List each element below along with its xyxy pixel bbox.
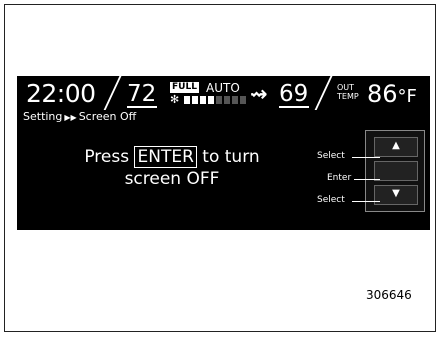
fan-level-bar: [208, 96, 214, 104]
outside-temp-value: 86: [367, 80, 398, 108]
instruction-message: Press ENTER to turn screen OFF: [47, 146, 297, 190]
fan-level-bar: [224, 96, 230, 104]
fan-level-bars: [184, 96, 246, 104]
instruction-line-2: screen OFF: [124, 169, 220, 189]
select-down-leader: [352, 201, 380, 202]
chevron-up-icon: ▲: [392, 140, 400, 151]
fan-level-bar: [240, 96, 246, 104]
breadcrumb-separator-icon: ▶▶: [64, 113, 77, 122]
passenger-temp: 69: [279, 81, 309, 107]
fan-level-bar: [232, 96, 238, 104]
separator-left: [103, 76, 123, 110]
outside-temp-label-line2: TEMP: [337, 92, 359, 101]
enter-label: Enter: [327, 173, 352, 183]
fan-mode-badge: FULL: [170, 82, 199, 93]
fan-level-bar: [192, 96, 198, 104]
outside-temp-unit: °F: [397, 86, 417, 107]
fan-level-bar: [216, 96, 222, 104]
instruction-after: to turn: [202, 147, 260, 167]
display-screen: 22:00 72 FULL AUTO ✻ ⇝ 69 OUT TEMP 86°F …: [17, 76, 430, 230]
instruction-line-1: Press ENTER to turn: [47, 146, 297, 168]
driver-temp: 72: [127, 81, 157, 107]
outside-temp-label-line1: OUT: [337, 83, 355, 92]
status-bar: 22:00 72 FULL AUTO ✻ ⇝ 69 OUT TEMP 86°F: [17, 76, 430, 110]
airflow-icon: ⇝: [250, 82, 268, 106]
outside-temp: 86°F: [367, 80, 417, 108]
figure-id: 306646: [366, 288, 412, 302]
fan-mode-label: AUTO: [206, 81, 240, 95]
clock: 22:00: [26, 79, 96, 108]
select-down-label: Select: [317, 195, 345, 205]
select-up-button[interactable]: ▲: [374, 137, 418, 157]
fan-icon: ✻: [170, 93, 180, 106]
controller-panel: ▲ ▼: [365, 130, 425, 212]
fan-status: FULL AUTO ✻: [170, 81, 246, 106]
chevron-down-icon: ▼: [392, 188, 400, 199]
passenger-temp-underline: [279, 106, 309, 108]
fan-level-bar: [184, 96, 190, 104]
enter-key-label: ENTER: [134, 146, 197, 168]
separator-right: [314, 76, 334, 110]
breadcrumb-parent: Setting: [23, 110, 63, 123]
fan-level-bar: [200, 96, 206, 104]
select-up-label: Select: [317, 151, 345, 161]
select-up-leader: [352, 157, 380, 158]
instruction-before: Press: [84, 147, 130, 167]
select-down-button[interactable]: ▼: [374, 185, 418, 205]
breadcrumb-current: Screen Off: [78, 110, 137, 123]
enter-leader: [354, 179, 380, 180]
outside-temp-label: OUT TEMP: [337, 83, 359, 101]
enter-button[interactable]: [374, 161, 418, 181]
breadcrumb: Setting ▶▶ Screen Off: [23, 110, 136, 123]
driver-temp-underline: [127, 106, 157, 108]
